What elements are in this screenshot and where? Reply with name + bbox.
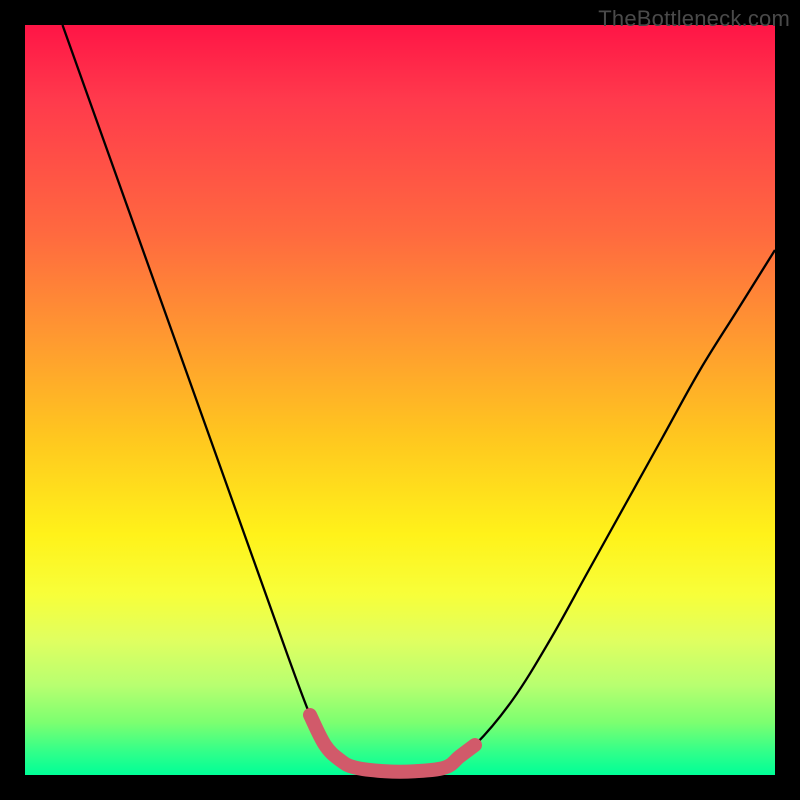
plot-area xyxy=(25,25,775,775)
thick-overlay xyxy=(310,715,475,772)
left-curve xyxy=(63,25,356,768)
right-curve xyxy=(445,250,775,768)
curve-svg xyxy=(25,25,775,775)
watermark-text: TheBottleneck.com xyxy=(598,6,790,32)
chart-frame: TheBottleneck.com xyxy=(0,0,800,800)
